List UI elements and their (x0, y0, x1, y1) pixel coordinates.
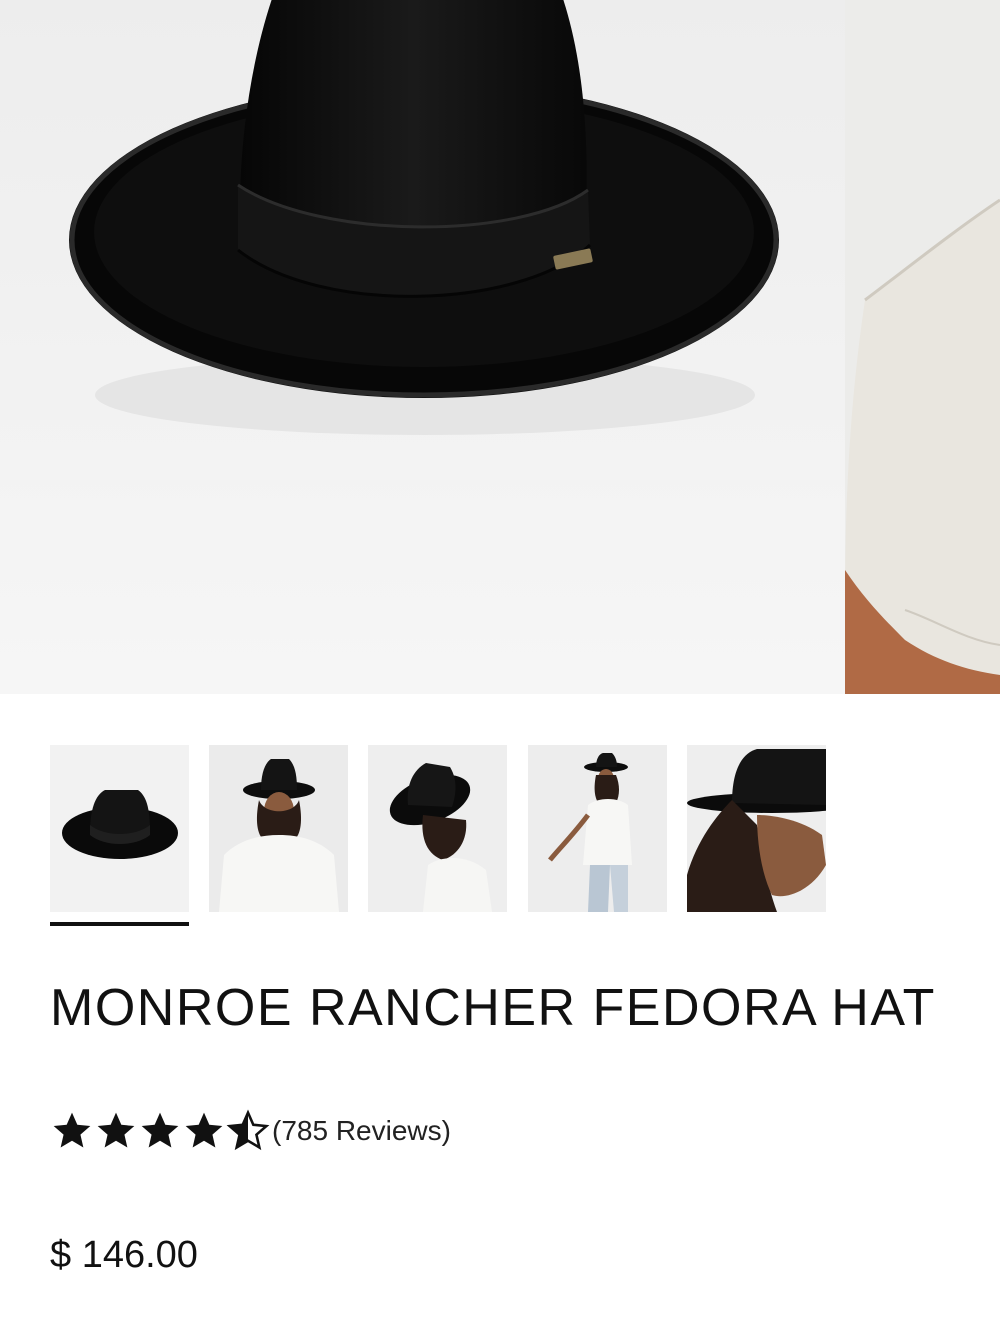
thumbnail-model-front-view[interactable] (209, 745, 348, 912)
star-full-icon (97, 1112, 135, 1148)
thumbnail-strip (50, 745, 830, 930)
thumbnail-model-profile-closeup[interactable] (687, 745, 826, 912)
product-title: MONROE RANCHER FEDORA HAT (50, 979, 936, 1037)
hat-illustration (0, 0, 845, 694)
star-full-icon (141, 1112, 179, 1148)
thumbnail-model-looking-down[interactable] (368, 745, 507, 912)
product-price: $ 146.00 (50, 1234, 198, 1276)
star-full-icon (185, 1112, 223, 1148)
star-full-icon (53, 1112, 91, 1148)
rating-stars (50, 1109, 270, 1153)
selected-thumbnail-indicator (50, 922, 189, 926)
product-rating[interactable]: (785 Reviews) (50, 1108, 451, 1154)
next-product-image-peek[interactable] (845, 0, 1000, 694)
product-main-image[interactable] (0, 0, 845, 694)
reviews-count-link[interactable]: (785 Reviews) (272, 1115, 451, 1147)
star-half-icon (226, 1109, 270, 1151)
product-image-carousel[interactable] (0, 0, 1000, 694)
thumbnail-model-walking[interactable] (528, 745, 667, 912)
model-shirt-illustration (845, 0, 1000, 694)
thumbnail-hat-product-shot[interactable] (50, 745, 189, 912)
